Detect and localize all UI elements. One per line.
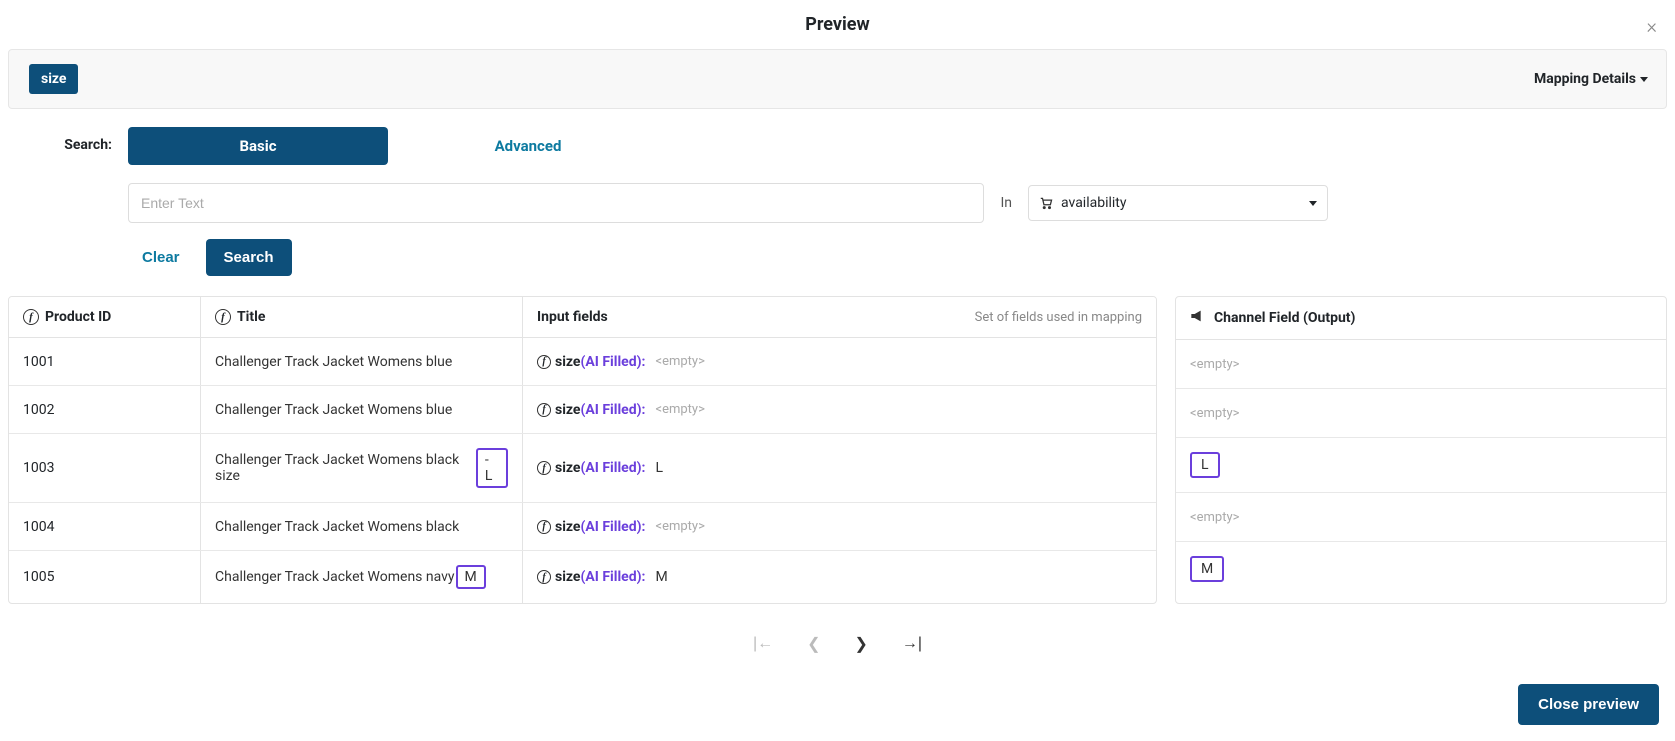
cell-input-fields: f size (AI Filled): <empty> (523, 503, 1156, 550)
function-icon: f (537, 570, 551, 584)
chevron-down-icon (1640, 77, 1648, 82)
col-product-id: Product ID (45, 309, 111, 325)
cell-title: Challenger Track Jacket Womens blue (201, 386, 523, 433)
ai-filled-badge: (AI Filled): (580, 569, 645, 585)
table-row: <empty> (1176, 340, 1666, 389)
table-row: 1004Challenger Track Jacket Womens black… (9, 503, 1156, 551)
cell-input-fields: f size (AI Filled): <empty> (523, 338, 1156, 385)
cell-title: Challenger Track Jacket Womens black siz… (201, 434, 523, 502)
function-icon: f (23, 309, 39, 325)
chevron-down-icon (1309, 201, 1317, 206)
mapping-details-label: Mapping Details (1534, 71, 1636, 87)
col-channel-output: Channel Field (Output) (1214, 310, 1355, 326)
function-icon: f (215, 309, 231, 325)
empty-value: <empty> (655, 402, 704, 417)
cell-title: Challenger Track Jacket Womens navy M (201, 551, 523, 603)
dropdown-value: availability (1061, 195, 1127, 211)
empty-value: <empty> (655, 519, 704, 534)
search-label: Search: (8, 127, 128, 276)
cell-output: <empty> (1176, 389, 1253, 437)
table-row: <empty> (1176, 389, 1666, 438)
field-dropdown[interactable]: availability (1028, 185, 1328, 221)
close-preview-button[interactable]: Close preview (1518, 684, 1659, 725)
cell-product-id: 1003 (9, 434, 201, 502)
col-title: Title (237, 309, 265, 325)
cell-title: Challenger Track Jacket Womens blue (201, 338, 523, 385)
ai-filled-badge: (AI Filled): (580, 402, 645, 418)
pagination: |← ❮ ❯ →| (0, 604, 1675, 684)
table-row: 1003Challenger Track Jacket Womens black… (9, 434, 1156, 503)
empty-value: <empty> (1190, 357, 1239, 372)
empty-value: <empty> (655, 354, 704, 369)
cell-input-fields: f size (AI Filled): M (523, 551, 1156, 603)
empty-value: <empty> (1190, 406, 1239, 421)
size-chip[interactable]: size (29, 64, 78, 94)
function-icon: f (537, 461, 551, 475)
output-highlight: M (1190, 556, 1224, 582)
page-next-button[interactable]: ❯ (849, 630, 874, 658)
cell-product-id: 1004 (9, 503, 201, 550)
output-table: Channel Field (Output) <empty> <empty> L <e… (1175, 296, 1667, 604)
cell-product-id: 1002 (9, 386, 201, 433)
megaphone-icon (1190, 309, 1206, 327)
tab-advanced[interactable]: Advanced (398, 127, 658, 165)
function-icon: f (537, 355, 551, 369)
page-first-button[interactable]: |← (747, 631, 779, 657)
cell-product-id: 1005 (9, 551, 201, 603)
table-row: <empty> (1176, 493, 1666, 542)
tab-basic[interactable]: Basic (128, 127, 388, 165)
table-row: 1002Challenger Track Jacket Womens bluef… (9, 386, 1156, 434)
function-icon: f (537, 520, 551, 534)
in-label: In (996, 195, 1016, 211)
input-field-name: size (555, 519, 580, 535)
page-last-button[interactable]: →| (896, 631, 928, 657)
table-row: 1001Challenger Track Jacket Womens bluef… (9, 338, 1156, 386)
cell-product-id: 1001 (9, 338, 201, 385)
table-row: L (1176, 438, 1666, 493)
clear-button[interactable]: Clear (128, 239, 194, 276)
page-title: Preview (805, 14, 869, 35)
title-highlight: M (456, 565, 486, 589)
function-icon: f (537, 403, 551, 417)
input-value: M (655, 569, 667, 585)
empty-value: <empty> (1190, 510, 1239, 525)
cart-icon (1039, 196, 1053, 210)
ai-filled-badge: (AI Filled): (580, 354, 645, 370)
input-value: L (655, 460, 663, 476)
input-field-name: size (555, 569, 580, 585)
preview-table: f Product ID f Title Input fields Set of… (8, 296, 1157, 604)
page-prev-button[interactable]: ❮ (801, 630, 826, 658)
ai-filled-badge: (AI Filled): (580, 460, 645, 476)
input-field-name: size (555, 402, 580, 418)
search-button[interactable]: Search (206, 239, 292, 276)
search-input[interactable] (128, 183, 984, 223)
cell-output: L (1176, 438, 1234, 492)
table-row: M (1176, 542, 1666, 596)
top-bar: size Mapping Details (8, 49, 1667, 109)
cell-input-fields: f size (AI Filled): L (523, 434, 1156, 502)
col-input-fields: Input fields (537, 309, 608, 325)
cell-input-fields: f size (AI Filled): <empty> (523, 386, 1156, 433)
input-field-name: size (555, 460, 580, 476)
input-field-name: size (555, 354, 580, 370)
cell-output: <empty> (1176, 493, 1253, 541)
output-highlight: L (1190, 452, 1220, 478)
cell-output: M (1176, 542, 1238, 596)
close-icon[interactable]: × (1647, 14, 1657, 38)
title-highlight: - L (476, 448, 508, 488)
table-row: 1005Challenger Track Jacket Womens navy … (9, 551, 1156, 603)
cell-output: <empty> (1176, 340, 1253, 388)
col-input-subhead: Set of fields used in mapping (975, 310, 1142, 325)
ai-filled-badge: (AI Filled): (580, 519, 645, 535)
mapping-details-toggle[interactable]: Mapping Details (1534, 71, 1648, 87)
cell-title: Challenger Track Jacket Womens black (201, 503, 523, 550)
